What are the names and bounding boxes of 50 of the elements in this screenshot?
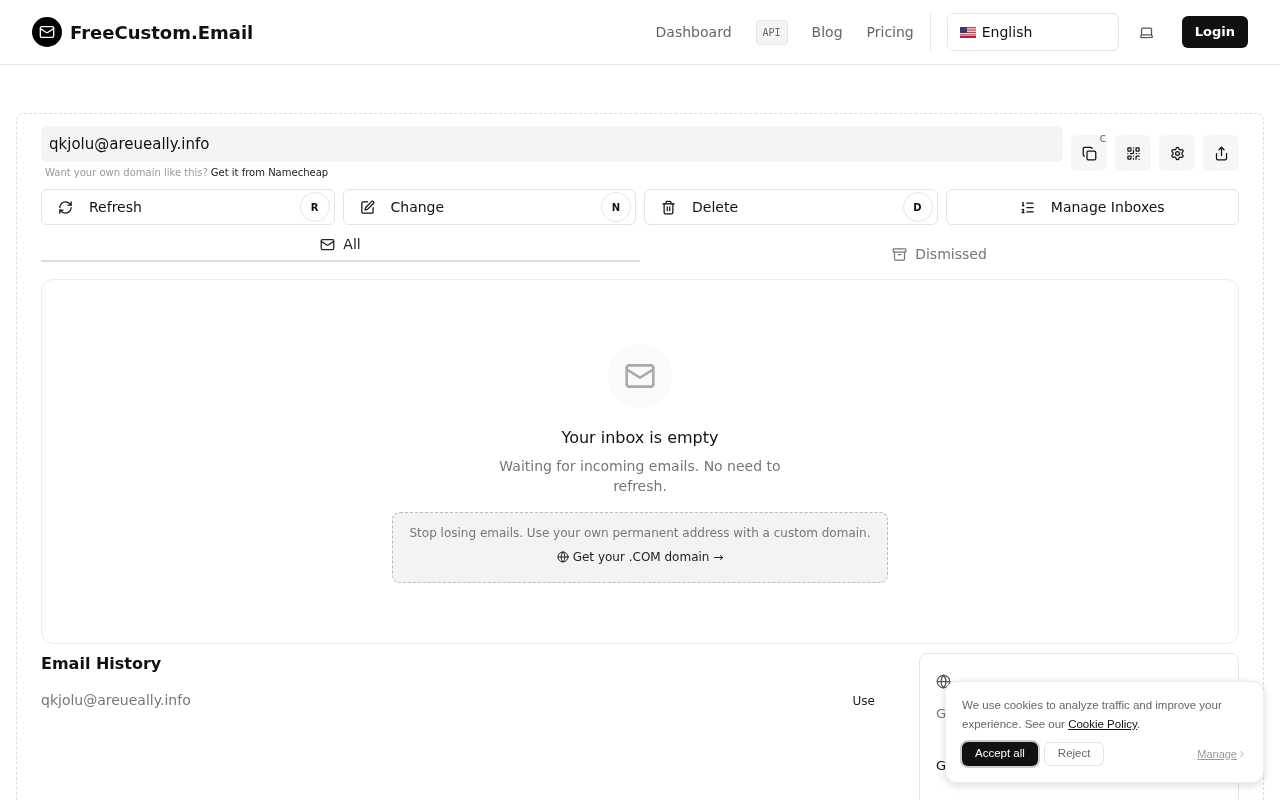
nav-link[interactable]: Dashboard bbox=[655, 21, 732, 43]
archive-icon bbox=[892, 246, 908, 262]
email-address-field[interactable]: qkjolu@areueally.info bbox=[41, 126, 1063, 162]
refresh-icon bbox=[58, 199, 73, 215]
card-text: G bbox=[936, 757, 947, 775]
promo-text: Stop losing emails. Use your own permanent address with a custom domain. bbox=[409, 525, 871, 542]
share-icon bbox=[1213, 145, 1229, 161]
qr-code-button[interactable] bbox=[1115, 135, 1151, 171]
empty-title: Your inbox is empty bbox=[561, 427, 719, 449]
list-icon bbox=[1019, 199, 1035, 215]
history-address: qkjolu@areueally.info bbox=[41, 691, 191, 710]
action-button[interactable]: Refresh R bbox=[41, 189, 335, 225]
hint-text: Want your own domain like this? bbox=[45, 166, 208, 180]
globe-icon bbox=[556, 551, 569, 563]
language-select[interactable]: English bbox=[946, 13, 1119, 51]
use-button[interactable]: Use bbox=[852, 691, 875, 710]
action-button[interactable]: Change N bbox=[342, 189, 636, 225]
cookie-policy-link[interactable]: Cookie Policy bbox=[1068, 718, 1137, 730]
trash-icon bbox=[661, 199, 676, 215]
globe-icon bbox=[936, 674, 951, 689]
chevron-right-icon bbox=[1237, 749, 1247, 759]
copy-button[interactable]: C bbox=[1071, 135, 1107, 171]
logo-text[interactable]: FreeCustom.Email bbox=[70, 18, 254, 46]
shortcut-key: C bbox=[1099, 133, 1106, 147]
cookie-text: We use cookies to analyze traffic and improve your experience. See our Cookie Policy. bbox=[962, 698, 1223, 732]
login-button[interactable]: Login bbox=[1181, 16, 1248, 48]
edit-icon bbox=[359, 199, 375, 215]
tab[interactable]: Dismissed bbox=[640, 234, 1239, 268]
card-text: G bbox=[936, 705, 947, 723]
nav-link[interactable]: Pricing bbox=[866, 21, 914, 43]
settings-icon bbox=[1169, 145, 1185, 161]
reject-button[interactable]: Reject bbox=[1043, 742, 1105, 766]
share-button[interactable] bbox=[1203, 135, 1239, 171]
nav-link[interactable]: Blog bbox=[811, 21, 843, 43]
accept-button[interactable]: Accept all bbox=[962, 742, 1038, 766]
logo-mail-icon bbox=[32, 17, 62, 47]
action-button[interactable]: Manage Inboxes bbox=[945, 189, 1239, 225]
tab[interactable]: All bbox=[41, 234, 640, 262]
empty-text: Waiting for incoming emails. No need to refresh. bbox=[498, 457, 782, 496]
history-title: Email History bbox=[41, 653, 163, 675]
namecheap-link[interactable]: Get it from Namecheap bbox=[210, 165, 329, 180]
domain-link[interactable]: Get your .COM domain → bbox=[556, 548, 724, 566]
qr-code-icon bbox=[1125, 145, 1141, 161]
api-badge[interactable]: API bbox=[755, 19, 788, 45]
laptop-icon[interactable] bbox=[1138, 24, 1154, 40]
flag-icon bbox=[959, 26, 976, 38]
settings-button[interactable] bbox=[1159, 135, 1195, 171]
action-button[interactable]: Delete D bbox=[644, 189, 938, 225]
copy-icon bbox=[1081, 145, 1097, 161]
mail-icon bbox=[320, 236, 336, 252]
